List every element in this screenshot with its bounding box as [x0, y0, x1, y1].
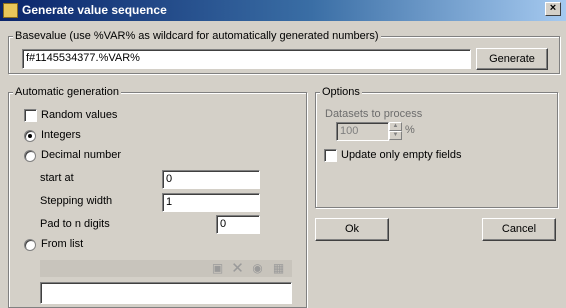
- generate-button[interactable]: Generate: [476, 48, 548, 70]
- random-values-label: Random values: [41, 109, 118, 121]
- pad-digits-label: Pad to n digits: [40, 218, 110, 230]
- from-list-label: From list: [41, 238, 84, 250]
- update-empty-label: Update only empty fields: [341, 149, 462, 161]
- datasets-input[interactable]: 100: [336, 122, 389, 141]
- spin-up-icon[interactable]: ▲: [389, 122, 402, 131]
- from-list-radio[interactable]: [24, 239, 36, 251]
- start-at-label: start at: [40, 172, 74, 184]
- options-legend: Options: [320, 86, 362, 98]
- settings-icon[interactable]: ◉: [250, 261, 265, 276]
- ok-button[interactable]: Ok: [315, 218, 389, 241]
- integers-radio[interactable]: [24, 130, 36, 142]
- start-at-input[interactable]: 0: [162, 170, 260, 189]
- automatic-generation-legend: Automatic generation: [13, 86, 121, 98]
- datasets-spinner[interactable]: ▲ ▼: [389, 122, 402, 140]
- window-title: Generate value sequence: [22, 3, 167, 17]
- spin-down-icon[interactable]: ▼: [389, 131, 402, 140]
- pad-digits-input[interactable]: 0: [216, 215, 260, 234]
- list-toolbar: ▣ ✕ ◉ ▦: [40, 260, 292, 277]
- new-icon[interactable]: ▣: [210, 261, 225, 276]
- random-values-checkbox[interactable]: [24, 109, 37, 122]
- stepping-width-input[interactable]: 1: [162, 193, 260, 212]
- datasets-unit: %: [405, 124, 415, 136]
- cancel-button[interactable]: Cancel: [482, 218, 556, 241]
- title-bar: Generate value sequence ×: [0, 0, 566, 21]
- decimal-number-radio[interactable]: [24, 150, 36, 162]
- integers-radio-selected-dot: [28, 134, 32, 138]
- basevalue-legend: Basevalue (use %VAR% as wildcard for aut…: [13, 30, 381, 42]
- save-icon[interactable]: ▦: [271, 261, 286, 276]
- value-list[interactable]: [40, 282, 292, 304]
- app-icon: [3, 3, 18, 18]
- basevalue-input[interactable]: f#1145534377.%VAR%: [22, 49, 471, 69]
- delete-icon[interactable]: ✕: [230, 261, 245, 276]
- close-window-button[interactable]: ×: [545, 2, 561, 16]
- decimal-number-label: Decimal number: [41, 149, 122, 161]
- update-empty-checkbox[interactable]: [324, 149, 337, 162]
- datasets-label: Datasets to process: [325, 108, 423, 120]
- stepping-width-label: Stepping width: [40, 195, 113, 207]
- integers-label: Integers: [41, 129, 81, 141]
